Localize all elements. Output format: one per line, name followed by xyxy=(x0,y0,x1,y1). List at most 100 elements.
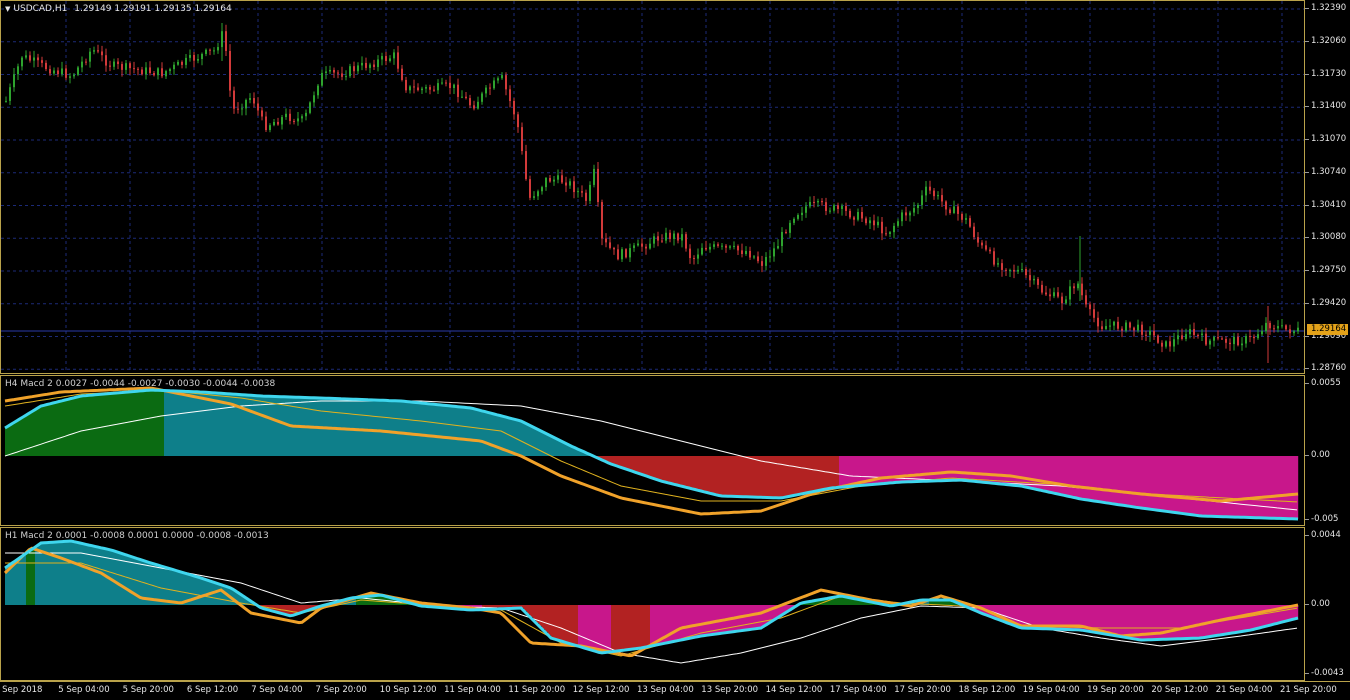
candle-body xyxy=(45,62,47,70)
candle-body xyxy=(909,212,911,216)
candle-body xyxy=(565,182,567,186)
h4-macd-area-column xyxy=(158,390,162,456)
h4-macd-area-column xyxy=(1052,456,1056,493)
candle-body xyxy=(849,210,851,218)
candle-body xyxy=(753,256,755,258)
h4-macd-area-column xyxy=(41,406,45,456)
h4-macd-area-column xyxy=(977,456,981,482)
candle-body xyxy=(533,196,535,198)
h4-macd-area-column xyxy=(1169,456,1173,512)
candle-body xyxy=(1005,269,1007,271)
h4-macd-area-column xyxy=(641,456,645,475)
price-chart-canvas[interactable] xyxy=(1,1,1305,374)
h1-macd-area-column xyxy=(557,605,561,640)
candle-body xyxy=(1009,269,1011,271)
candle-body xyxy=(1209,340,1211,345)
candle-body xyxy=(1297,327,1299,332)
h4-macd-area-column xyxy=(632,456,636,472)
h4-macd-area-column xyxy=(1262,456,1266,518)
candle-body xyxy=(449,82,451,89)
candle-body xyxy=(253,98,255,104)
h4-macd-area-column xyxy=(242,394,246,456)
candle-body xyxy=(185,57,187,65)
candle-body xyxy=(525,151,527,180)
h1-macd-area-column xyxy=(668,605,672,643)
candle-body xyxy=(61,68,63,75)
h1-macd-canvas[interactable] xyxy=(1,528,1305,681)
h1-macd-area-column xyxy=(206,579,210,605)
h4-macd-area-column xyxy=(59,401,63,456)
h4-macd-area-column xyxy=(1121,456,1125,505)
candle-body xyxy=(985,245,987,250)
candle-body xyxy=(541,187,543,192)
h4-macd-area-column xyxy=(146,390,150,456)
candle-body xyxy=(285,113,287,118)
h4-macd-area-column xyxy=(401,401,405,456)
h1-macd-area-column xyxy=(1184,605,1188,639)
h4-macd-area-column xyxy=(1124,456,1128,506)
h4-macd-area-column xyxy=(1118,456,1122,505)
h4-macd-area-column xyxy=(8,426,12,456)
h4-macd-area-column xyxy=(476,409,480,456)
h4-macd-area-column xyxy=(707,456,711,493)
candle-body xyxy=(801,212,803,215)
h4-macd-area-column xyxy=(140,390,144,456)
h4-macd-area-column xyxy=(905,456,909,482)
h4-macd-area-column xyxy=(1208,456,1212,517)
candle-body xyxy=(77,67,79,75)
h4-macd-area-column xyxy=(692,456,696,489)
candle-body xyxy=(1121,328,1123,331)
candle-body xyxy=(425,87,427,89)
h4-macd-area-column xyxy=(281,396,285,456)
h4-macd-area-column xyxy=(1070,456,1074,497)
candle-body xyxy=(1181,335,1183,339)
candle-body xyxy=(901,212,903,222)
candle-body xyxy=(505,75,507,90)
candle-body xyxy=(757,256,759,262)
candle-body xyxy=(1157,335,1159,343)
candle-body xyxy=(777,246,779,249)
candle-body xyxy=(385,56,387,61)
price-chart-pane[interactable]: ▼ USDCAD,H1 1.29149 1.29191 1.29135 1.291… xyxy=(0,0,1305,374)
candle-body xyxy=(981,242,983,246)
h1-macd-area-column xyxy=(551,605,555,638)
dropdown-triangle-icon[interactable]: ▼ xyxy=(5,5,10,13)
h4-macd-canvas[interactable] xyxy=(1,376,1305,526)
candle-body xyxy=(489,87,491,89)
h4-macd-area-column xyxy=(176,391,180,456)
candle-body xyxy=(1101,326,1103,330)
h4-macd-area-column xyxy=(623,456,627,469)
candle-body xyxy=(773,248,775,257)
h4-macd-area-column xyxy=(68,399,72,456)
time-axis: 4 Sep 2018 5 Sep 04:00 5 Sep 20:00 6 Sep 12… xyxy=(0,681,1350,700)
h4-macd-area-column xyxy=(1223,456,1227,517)
candle-body xyxy=(317,85,319,96)
candle-body xyxy=(5,100,7,102)
candle-body xyxy=(1061,296,1063,304)
h4-macd-area-column xyxy=(56,402,60,456)
candle-body xyxy=(165,71,167,77)
candle-body xyxy=(765,257,767,266)
h1-macd-area-column xyxy=(1187,605,1191,639)
candle-body xyxy=(941,195,943,202)
candle-body xyxy=(149,67,151,74)
h4-macd-area-column xyxy=(833,456,837,488)
h4-macd-area-column xyxy=(1277,456,1281,519)
h4-macd-area-column xyxy=(812,456,816,492)
h4-macd-area-column xyxy=(473,408,477,456)
candle-body xyxy=(305,112,307,117)
h4-macd-area-column xyxy=(995,456,999,484)
candle-body xyxy=(345,76,347,78)
h4-macd-area-column xyxy=(350,399,354,456)
candle-body xyxy=(213,50,215,52)
h1-macd-area-column xyxy=(194,575,198,605)
h4-macd-area-column xyxy=(752,456,756,498)
h4-macd-pane[interactable]: H4 Macd 2 0.0027 -0.0044 -0.0027 -0.0030… xyxy=(0,375,1305,526)
h1-macd-area-column xyxy=(581,605,585,647)
h4-macd-area-column xyxy=(887,456,891,484)
candle-body xyxy=(1097,317,1099,327)
candle-body xyxy=(1249,336,1251,338)
candle-body xyxy=(641,243,643,247)
h1-macd-pane[interactable]: H1 Macd 2 0.0001 -0.0008 0.0001 0.0000 -… xyxy=(0,527,1305,681)
h4-macd-area-column xyxy=(452,406,456,456)
